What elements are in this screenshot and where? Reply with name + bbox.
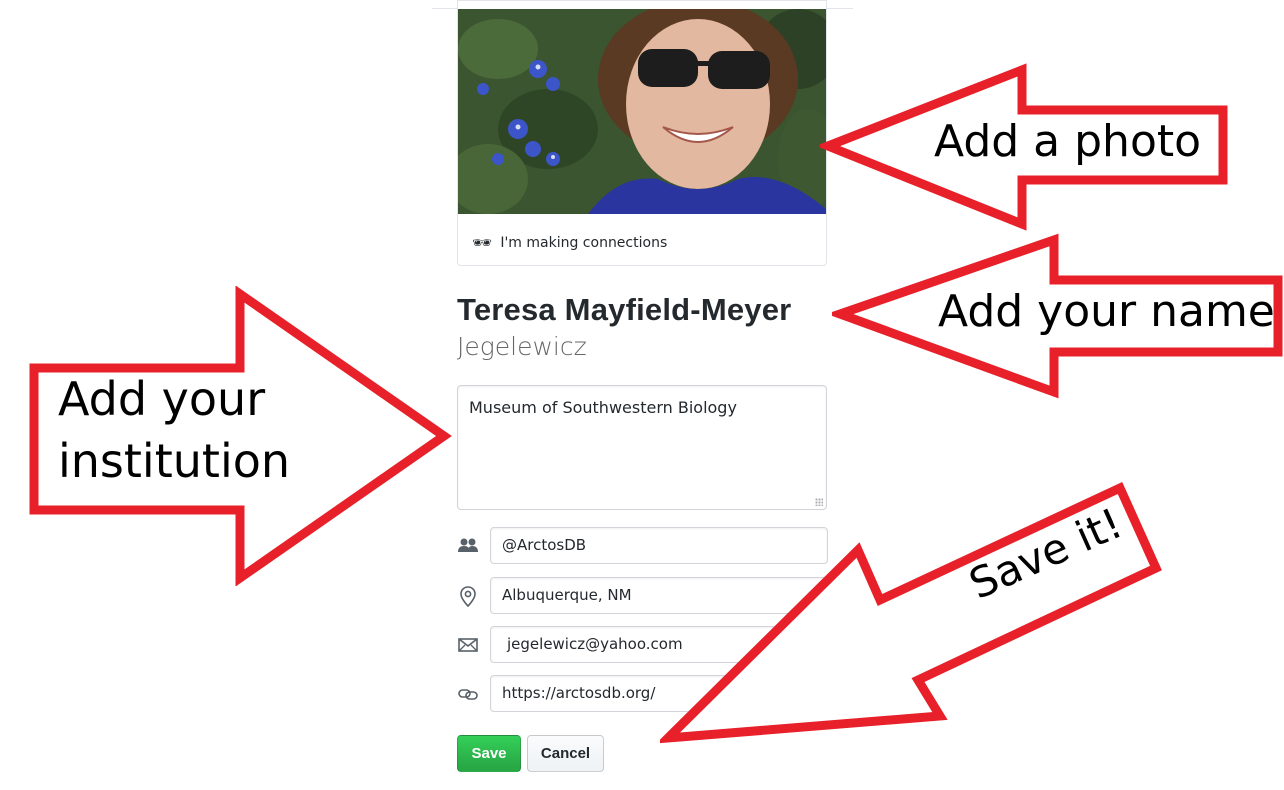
people-icon bbox=[458, 538, 478, 552]
add-institution-label-line1: Add your bbox=[58, 372, 266, 426]
status-text: I'm making connections bbox=[500, 234, 668, 251]
status-message[interactable]: 🕶 I'm making connections bbox=[472, 233, 667, 252]
bio-text: Museum of Southwestern Biology bbox=[469, 398, 737, 417]
profile-name: Teresa Mayfield-Meyer bbox=[457, 292, 792, 327]
email-selected-value: jegelewicz@yahoo.com bbox=[507, 635, 683, 653]
link-icon bbox=[458, 689, 478, 700]
mail-icon bbox=[458, 638, 478, 652]
add-institution-label-line2: institution bbox=[58, 434, 291, 488]
profile-photo-card[interactable]: 🕶 I'm making connections bbox=[457, 0, 827, 266]
add-photo-label: Add a photo bbox=[934, 116, 1202, 167]
save-button[interactable]: Save bbox=[457, 735, 521, 772]
profile-login: Jegelewicz bbox=[457, 332, 587, 361]
sunglasses-icon: 🕶 bbox=[472, 233, 493, 252]
profile-photo[interactable] bbox=[458, 9, 826, 214]
cancel-button[interactable]: Cancel bbox=[527, 735, 604, 772]
location-pin-icon bbox=[460, 586, 476, 607]
add-name-label: Add your name bbox=[938, 286, 1275, 337]
